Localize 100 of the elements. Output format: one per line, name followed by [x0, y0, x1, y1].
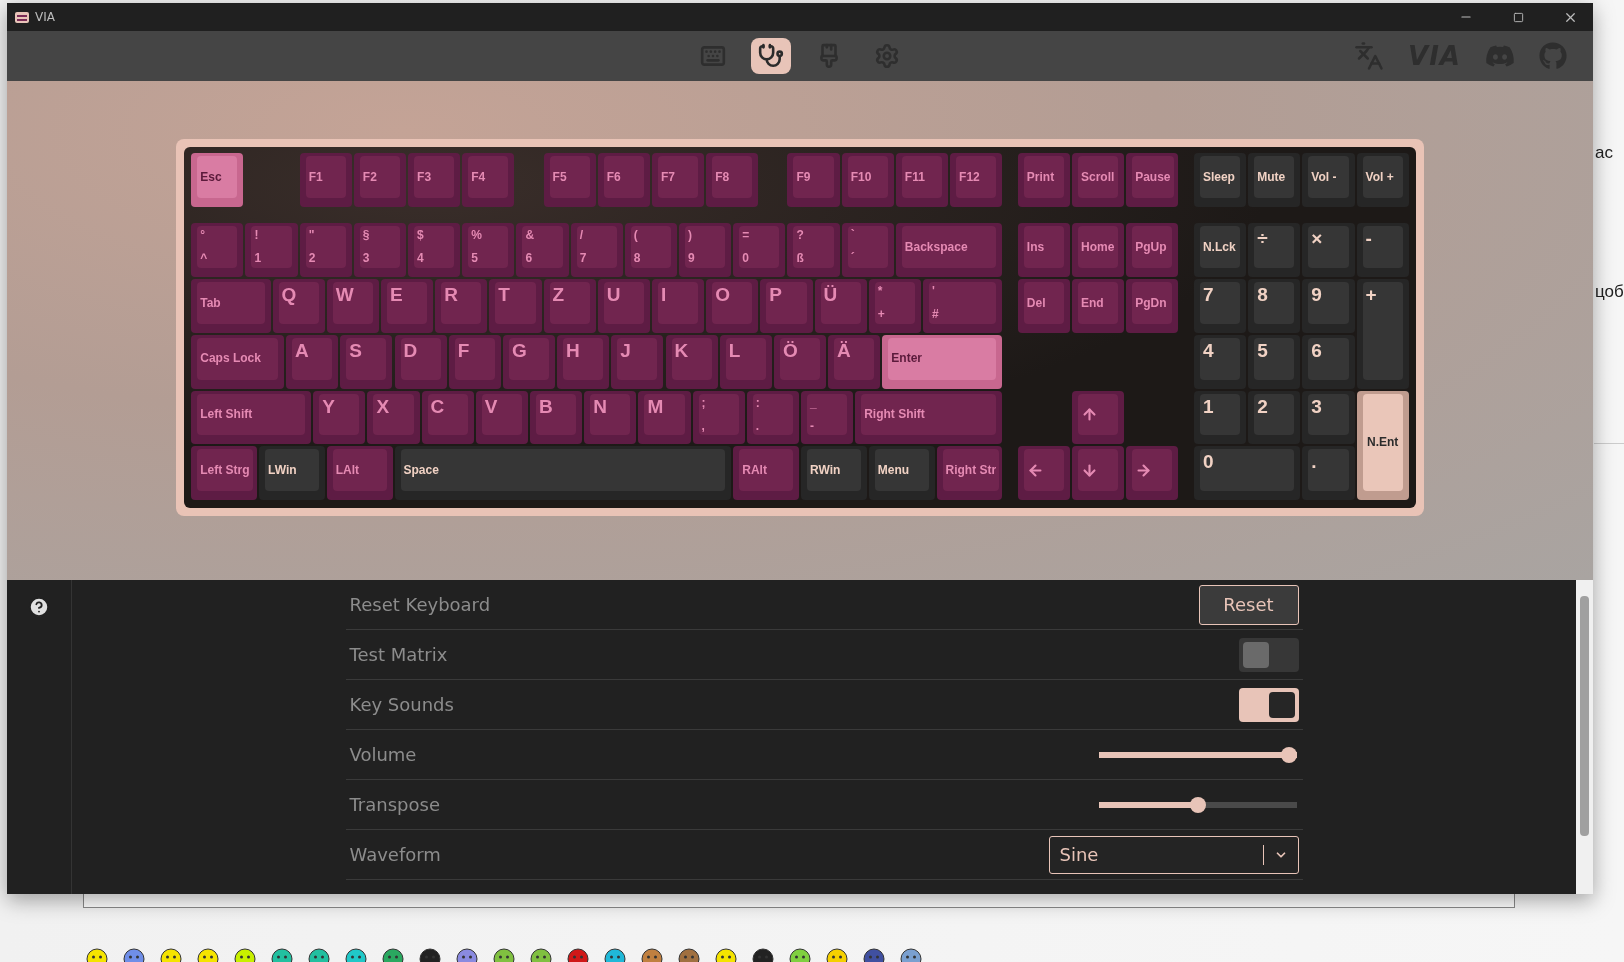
keyboard-key[interactable]: 0 [1193, 446, 1301, 501]
keyboard-key[interactable]: ÷ [1248, 222, 1301, 277]
keyboard-key[interactable]: F2 [353, 153, 407, 207]
keyboard-key[interactable]: 6 [1302, 334, 1355, 389]
keyboard-key[interactable]: F1 [299, 153, 352, 207]
keyboard-key[interactable]: D [394, 334, 447, 389]
keyboard-key[interactable]: . [1302, 446, 1355, 501]
keyboard-key[interactable]: LAlt [326, 446, 393, 501]
keyboard-key[interactable]: F7 [651, 153, 705, 207]
keyboard-key[interactable]: Del [1017, 278, 1070, 333]
keyboard-key[interactable]: N.Ent [1356, 390, 1409, 501]
keyboard-key[interactable]: F [448, 334, 501, 389]
keyboard-key[interactable]: Enter [882, 334, 1003, 389]
keyboard-key[interactable]: W [326, 278, 379, 333]
keyboard-key[interactable]: 1 [1193, 390, 1247, 445]
keyboard-key[interactable] [1017, 446, 1070, 501]
keyboard-key[interactable]: ( 8 [624, 222, 678, 277]
keyboard-key[interactable]: C [421, 390, 474, 445]
keyboard-key[interactable] [1072, 390, 1125, 445]
keyboard-key[interactable]: RAlt [733, 446, 799, 501]
keyboard-key[interactable]: J [611, 334, 664, 389]
keyboard-key[interactable]: " 2 [299, 222, 352, 277]
keyboard-key[interactable] [1126, 446, 1179, 501]
keyboard-key[interactable]: Z [543, 278, 596, 333]
keyboard-key[interactable]: Esc [191, 153, 244, 207]
keyboard-key[interactable]: Ö [773, 334, 827, 389]
keyboard-key[interactable]: F5 [543, 153, 596, 207]
keyboard-key[interactable]: = 0 [733, 222, 786, 277]
keyboard-key[interactable]: E [380, 278, 434, 333]
keyboard-key[interactable]: N.Lck [1193, 222, 1247, 277]
keyboard-key[interactable]: 8 [1248, 278, 1301, 333]
keyboard-key[interactable]: A [286, 334, 339, 389]
keyboard-key[interactable]: : . [746, 390, 799, 445]
keyboard-key[interactable]: $ 4 [408, 222, 461, 277]
waveform-dropdown[interactable]: Sine [1048, 835, 1299, 874]
keyboard-key[interactable]: X [367, 390, 420, 445]
keyboard-key[interactable]: PgUp [1126, 222, 1179, 277]
keyboard-key[interactable]: Right Str [936, 446, 1003, 501]
keyboard-key[interactable]: ! 1 [245, 222, 298, 277]
keyboard-key[interactable]: & 6 [516, 222, 569, 277]
keyboard-key[interactable]: _ - [801, 390, 854, 445]
keyboard-key[interactable]: F4 [462, 153, 515, 207]
keyboard-key[interactable]: F11 [895, 153, 949, 207]
keyboard-key[interactable]: Ü [814, 278, 867, 333]
keyboard-key[interactable]: Left Strg [191, 446, 257, 501]
scrollbar[interactable] [1576, 580, 1593, 894]
keyboard-key[interactable]: U [597, 278, 650, 333]
keyboard-key[interactable]: ) 9 [679, 222, 732, 277]
keyboard-key[interactable]: Q [272, 278, 325, 333]
keyboard-key[interactable]: Print [1017, 153, 1070, 207]
keyboard-key[interactable]: Home [1072, 222, 1125, 277]
keyboard-key[interactable]: ' # [922, 278, 1003, 333]
keyboard-key[interactable]: F12 [950, 153, 1003, 207]
keyboard-key[interactable]: K [665, 334, 718, 389]
keyboard-key[interactable]: 3 [1302, 390, 1355, 445]
keyboard-key[interactable]: T [489, 278, 542, 333]
keyboard-key[interactable]: % 5 [462, 222, 515, 277]
keyboard-key[interactable]: F9 [787, 153, 840, 207]
keyboard-key[interactable]: Menu [868, 446, 935, 501]
toggle-switch[interactable] [1238, 637, 1299, 672]
keyboard-key[interactable]: Tab [191, 278, 271, 333]
keyboard-key[interactable]: Right Shift [855, 390, 1003, 445]
keyboard-key[interactable]: Mute [1248, 153, 1301, 207]
keyboard-key[interactable]: * + [868, 278, 921, 333]
keyboard-key[interactable]: S [340, 334, 393, 389]
keyboard-key[interactable] [1072, 446, 1125, 501]
keyboard-key[interactable]: N [584, 390, 637, 445]
keyboard-key[interactable]: F10 [841, 153, 894, 207]
keyboard-key[interactable]: ° ^ [191, 222, 244, 277]
keyboard-key[interactable]: B [530, 390, 583, 445]
keyboard-key[interactable]: × [1302, 222, 1355, 277]
keyboard-key[interactable]: ; , [692, 390, 745, 445]
keyboard-key[interactable]: R [435, 278, 488, 333]
keyboard-key[interactable]: V [475, 390, 528, 445]
keyboard-key[interactable]: § 3 [353, 222, 407, 277]
keyboard-key[interactable]: 4 [1193, 334, 1247, 389]
keyboard-key[interactable]: Vol - [1302, 153, 1355, 207]
keyboard-key[interactable]: Pause [1126, 153, 1179, 207]
help-icon[interactable] [28, 596, 50, 618]
keyboard-key[interactable]: O [706, 278, 759, 333]
keyboard-key[interactable]: PgDn [1126, 278, 1179, 333]
keyboard-key[interactable]: Vol + [1356, 153, 1409, 207]
keyboard-key[interactable]: M [638, 390, 691, 445]
keyboard-key[interactable]: Ä [828, 334, 881, 389]
keyboard-key[interactable]: Backspace [895, 222, 1003, 277]
keyboard-key[interactable]: + [1356, 278, 1409, 389]
keyboard-key[interactable]: G [502, 334, 556, 389]
keyboard-key[interactable]: Ins [1017, 222, 1070, 277]
keyboard-key[interactable]: H [557, 334, 610, 389]
keyboard-key[interactable]: Space [394, 446, 732, 501]
keyboard-key[interactable]: 7 [1193, 278, 1247, 333]
keyboard-key[interactable]: Scroll [1072, 153, 1125, 207]
keyboard-key[interactable]: Left Shift [191, 390, 312, 445]
keyboard-key[interactable]: Y [313, 390, 366, 445]
toggle-switch[interactable] [1238, 687, 1299, 722]
keyboard-key[interactable]: Sleep [1193, 153, 1247, 207]
keyboard-key[interactable]: End [1072, 278, 1125, 333]
keyboard-key[interactable]: 5 [1248, 334, 1301, 389]
keyboard-key[interactable]: L [719, 334, 772, 389]
keyboard-key[interactable]: F8 [706, 153, 759, 207]
